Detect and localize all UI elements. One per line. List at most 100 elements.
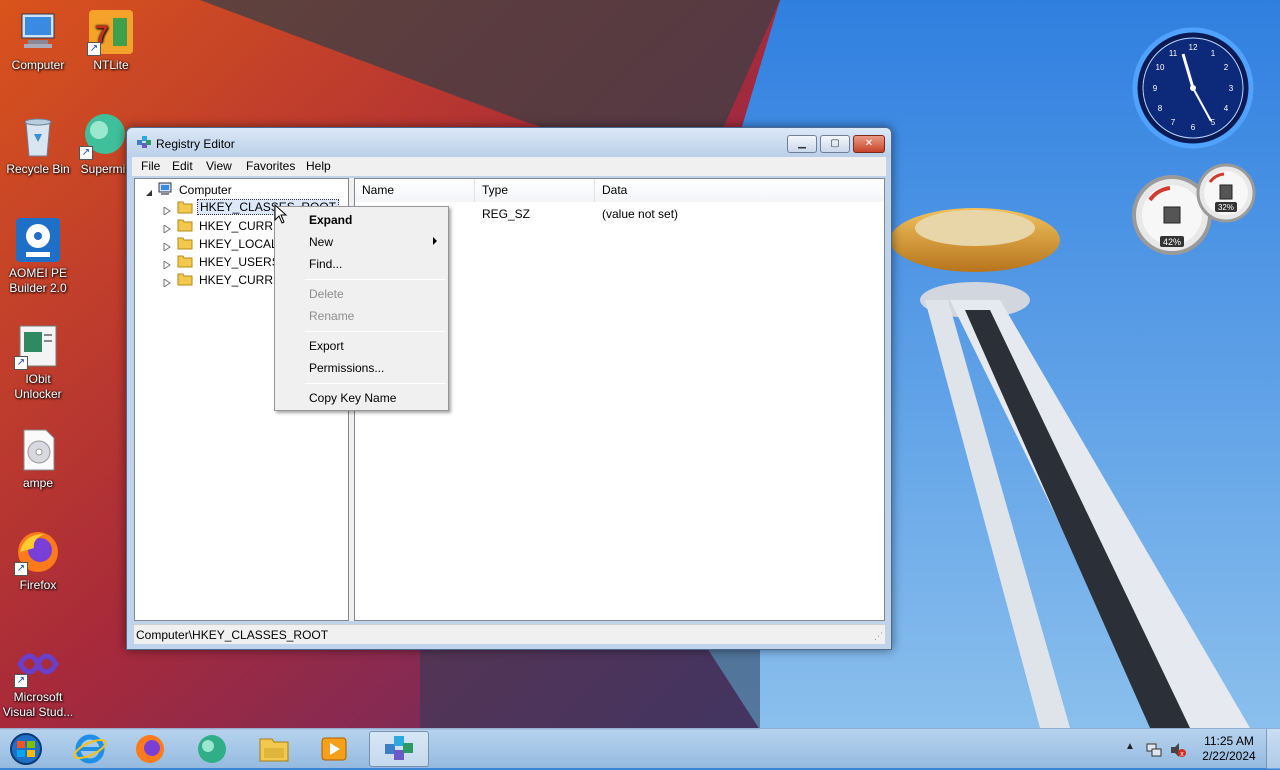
- expand-triangle-icon[interactable]: [163, 204, 171, 216]
- desktop-icon-ampe[interactable]: ampe: [0, 426, 76, 491]
- start-button[interactable]: [2, 731, 50, 767]
- clock-number: 7: [1171, 118, 1176, 127]
- value-type: REG_SZ: [482, 207, 531, 221]
- status-path: Computer\HKEY_CLASSES_ROOT: [136, 628, 329, 642]
- clock-date: 2/22/2024: [1202, 749, 1256, 763]
- resize-grip-icon[interactable]: ⋰: [874, 631, 883, 642]
- taskbar-registry-editor[interactable]: [369, 731, 429, 767]
- desktop-icon-aomei[interactable]: AOMEI PE Builder 2.0: [0, 216, 76, 296]
- close-button[interactable]: ✕: [853, 135, 885, 153]
- expand-triangle-icon[interactable]: [163, 258, 171, 270]
- taskbar-firefox[interactable]: [122, 731, 178, 767]
- close-icon: ✕: [864, 138, 874, 149]
- menu-view[interactable]: View: [206, 159, 232, 173]
- tree-node-computer[interactable]: Computer: [143, 181, 343, 199]
- folder-icon: [177, 219, 193, 232]
- menu-item-rename[interactable]: Rename: [309, 309, 354, 323]
- taskbar-media-player[interactable]: [306, 731, 362, 767]
- clock-number: 12: [1189, 43, 1198, 52]
- recycle-bin-icon: [14, 112, 62, 160]
- desktop-icon-visual-studio[interactable]: ↗ Microsoft Visual Stud...: [0, 640, 76, 720]
- menu-favorites[interactable]: Favorites: [246, 159, 295, 173]
- desktop-icon-superminer[interactable]: ↗ Supermi: [73, 112, 133, 177]
- desktop-icon-label: Firefox: [19, 578, 57, 592]
- desktop-icon-computer[interactable]: Computer: [0, 8, 76, 73]
- menu-item-find[interactable]: Find...: [309, 257, 342, 271]
- menu-separator: [305, 279, 445, 280]
- expand-triangle-icon[interactable]: [163, 276, 171, 288]
- minimize-button[interactable]: ▁: [787, 135, 817, 153]
- folder-icon: [177, 201, 193, 214]
- clock-time: 11:25 AM: [1204, 734, 1254, 748]
- desktop-icon-recycle-bin[interactable]: Recycle Bin: [0, 112, 76, 177]
- show-hidden-icons-button[interactable]: ▲: [1125, 741, 1135, 752]
- menu-separator: [305, 383, 445, 384]
- registry-editor-window[interactable]: Registry Editor ▁ ▢ ✕ File Edit View Fav…: [126, 127, 892, 650]
- mouse-cursor-icon: [274, 204, 288, 224]
- expand-triangle-icon[interactable]: [163, 240, 171, 252]
- desktop-icon-label: ampe: [22, 476, 54, 490]
- menu-item-delete[interactable]: Delete: [309, 287, 344, 301]
- superminer-icon: [198, 735, 226, 763]
- network-icon[interactable]: [1146, 742, 1162, 758]
- menu-item-new[interactable]: New: [309, 235, 333, 249]
- window-title: Registry Editor: [156, 137, 235, 151]
- title-bar[interactable]: Registry Editor ▁ ▢ ✕: [127, 128, 891, 158]
- desktop-icon-label: IObit Unlocker: [14, 372, 62, 401]
- taskbar-clock[interactable]: 11:25 AM 2/22/2024: [1194, 734, 1264, 764]
- menu-bar: File Edit View Favorites Help: [132, 157, 886, 176]
- shortcut-arrow-icon: ↗: [14, 674, 28, 688]
- folder-icon: [177, 237, 193, 250]
- menu-item-copy-key-name[interactable]: Copy Key Name: [309, 391, 396, 405]
- clock-number: 6: [1191, 123, 1196, 132]
- show-desktop-button[interactable]: [1266, 729, 1280, 769]
- menu-item-expand[interactable]: Expand: [309, 213, 352, 227]
- taskbar-internet-explorer[interactable]: [62, 731, 118, 767]
- menu-item-permissions[interactable]: Permissions...: [309, 361, 384, 375]
- start-orb-icon: [10, 733, 42, 765]
- cpu-meter-gadget[interactable]: 42% 32%: [1130, 160, 1256, 256]
- collapse-triangle-icon[interactable]: [145, 186, 153, 196]
- context-menu: Expand New Find... Delete Rename Export …: [274, 206, 449, 411]
- tree-label: HKEY_LOCAL_: [199, 237, 285, 251]
- value-data: (value not set): [602, 207, 679, 221]
- submenu-arrow-icon: [433, 237, 437, 245]
- desktop-icon-label: AOMEI PE Builder 2.0: [8, 266, 67, 295]
- media-player-icon: [321, 737, 347, 761]
- menu-help[interactable]: Help: [306, 159, 331, 173]
- minimize-icon: ▁: [798, 138, 806, 149]
- expand-triangle-icon[interactable]: [163, 222, 171, 234]
- menu-file[interactable]: File: [141, 159, 160, 173]
- column-header-type[interactable]: Type: [475, 179, 595, 202]
- clock-number: 8: [1158, 104, 1163, 113]
- desktop-icon-label: Supermi: [80, 162, 126, 176]
- cpu-usage-value: 42%: [1163, 237, 1181, 247]
- aomei-icon: [14, 216, 62, 264]
- clock-gadget[interactable]: 12 1 2 3 4 5 6 7 8 9 10 11: [1131, 26, 1255, 150]
- status-bar: Computer\HKEY_CLASSES_ROOT ⋰: [134, 624, 885, 644]
- desktop-icon-label: Recycle Bin: [6, 162, 70, 176]
- desktop-icon-label: NTLite: [93, 58, 129, 72]
- desktop-icon-firefox[interactable]: ↗ Firefox: [0, 528, 76, 593]
- column-header-data[interactable]: Data: [595, 179, 884, 202]
- ram-usage-value: 32%: [1218, 203, 1234, 212]
- menu-edit[interactable]: Edit: [172, 159, 193, 173]
- maximize-button[interactable]: ▢: [820, 135, 850, 153]
- volume-muted-icon[interactable]: x: [1170, 742, 1186, 758]
- clock-number: 3: [1229, 84, 1234, 93]
- shortcut-arrow-icon: ↗: [14, 562, 28, 576]
- desktop-icon-ntlite[interactable]: 7 ↗ NTLite: [73, 8, 149, 73]
- clock-number: 2: [1224, 63, 1229, 72]
- ntlite-icon: 7 ↗: [87, 8, 135, 56]
- clock-number: 4: [1224, 104, 1229, 113]
- column-header-name[interactable]: Name: [355, 179, 475, 202]
- taskbar-file-explorer[interactable]: [246, 731, 302, 767]
- analog-clock-icon: 12 1 2 3 4 5 6 7 8 9 10 11: [1132, 27, 1254, 149]
- menu-item-export[interactable]: Export: [309, 339, 344, 353]
- maximize-icon: ▢: [830, 138, 840, 149]
- menu-separator: [305, 331, 445, 332]
- shortcut-arrow-icon: ↗: [87, 42, 101, 56]
- firefox-icon: [136, 735, 164, 763]
- desktop-icon-iobit[interactable]: ↗ IObit Unlocker: [0, 322, 76, 402]
- taskbar-superminer[interactable]: [184, 731, 240, 767]
